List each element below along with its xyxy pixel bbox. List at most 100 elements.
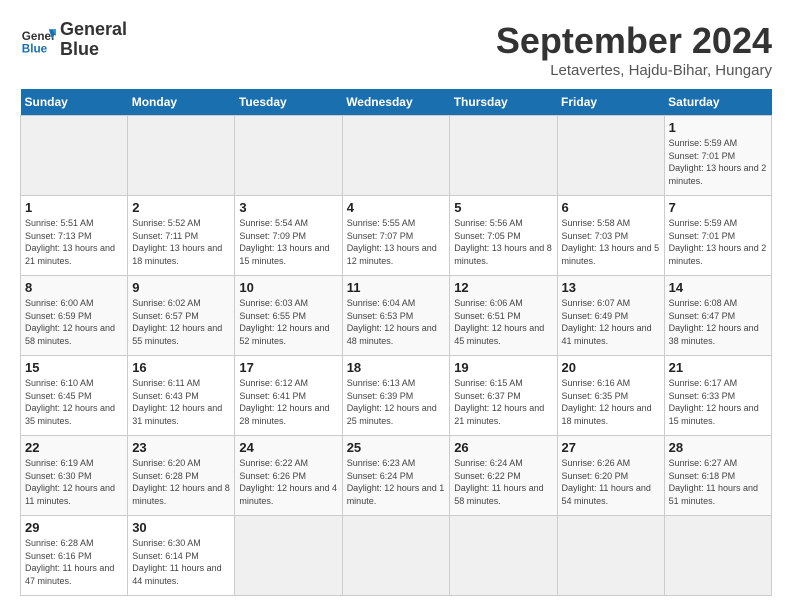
calendar-cell: 26 Sunrise: 6:24 AMSunset: 6:22 PMDaylig…	[450, 436, 557, 516]
calendar-cell	[557, 116, 664, 196]
calendar-header-row: SundayMondayTuesdayWednesdayThursdayFrid…	[21, 89, 772, 116]
calendar-week-3: 8 Sunrise: 6:00 AMSunset: 6:59 PMDayligh…	[21, 276, 772, 356]
calendar-cell: 15 Sunrise: 6:10 AMSunset: 6:45 PMDaylig…	[21, 356, 128, 436]
day-number: 25	[347, 440, 446, 455]
calendar-cell: 23 Sunrise: 6:20 AMSunset: 6:28 PMDaylig…	[128, 436, 235, 516]
calendar-cell: 28 Sunrise: 6:27 AMSunset: 6:18 PMDaylig…	[664, 436, 771, 516]
calendar-cell: 6 Sunrise: 5:58 AMSunset: 7:03 PMDayligh…	[557, 196, 664, 276]
day-number: 3	[239, 200, 337, 215]
calendar-cell: 11 Sunrise: 6:04 AMSunset: 6:53 PMDaylig…	[342, 276, 450, 356]
day-info: Sunrise: 5:58 AMSunset: 7:03 PMDaylight:…	[562, 218, 660, 266]
month-title: September 2024	[496, 20, 772, 62]
day-number: 14	[669, 280, 767, 295]
calendar-cell: 17 Sunrise: 6:12 AMSunset: 6:41 PMDaylig…	[235, 356, 342, 436]
calendar-cell	[450, 116, 557, 196]
day-info: Sunrise: 6:12 AMSunset: 6:41 PMDaylight:…	[239, 378, 329, 426]
day-number: 26	[454, 440, 552, 455]
calendar-cell: 27 Sunrise: 6:26 AMSunset: 6:20 PMDaylig…	[557, 436, 664, 516]
day-info: Sunrise: 6:08 AMSunset: 6:47 PMDaylight:…	[669, 298, 759, 346]
calendar-week-1: 1 Sunrise: 5:59 AMSunset: 7:01 PMDayligh…	[21, 116, 772, 196]
calendar-cell: 19 Sunrise: 6:15 AMSunset: 6:37 PMDaylig…	[450, 356, 557, 436]
calendar-week-5: 22 Sunrise: 6:19 AMSunset: 6:30 PMDaylig…	[21, 436, 772, 516]
calendar-cell: 5 Sunrise: 5:56 AMSunset: 7:05 PMDayligh…	[450, 196, 557, 276]
day-info: Sunrise: 5:55 AMSunset: 7:07 PMDaylight:…	[347, 218, 437, 266]
calendar-cell: 8 Sunrise: 6:00 AMSunset: 6:59 PMDayligh…	[21, 276, 128, 356]
column-header-saturday: Saturday	[664, 89, 771, 116]
column-header-monday: Monday	[128, 89, 235, 116]
calendar-cell: 21 Sunrise: 6:17 AMSunset: 6:33 PMDaylig…	[664, 356, 771, 436]
day-info: Sunrise: 6:11 AMSunset: 6:43 PMDaylight:…	[132, 378, 222, 426]
day-number: 23	[132, 440, 230, 455]
calendar-cell	[342, 116, 450, 196]
title-area: September 2024 Letavertes, Hajdu-Bihar, …	[496, 20, 772, 79]
day-number: 2	[132, 200, 230, 215]
day-info: Sunrise: 6:00 AMSunset: 6:59 PMDaylight:…	[25, 298, 115, 346]
day-number: 16	[132, 360, 230, 375]
column-header-friday: Friday	[557, 89, 664, 116]
header: General Blue General Blue September 2024…	[20, 20, 772, 79]
day-number: 19	[454, 360, 552, 375]
day-info: Sunrise: 6:30 AMSunset: 6:14 PMDaylight:…	[132, 538, 221, 586]
calendar-cell: 29 Sunrise: 6:28 AMSunset: 6:16 PMDaylig…	[21, 516, 128, 596]
day-number: 27	[562, 440, 660, 455]
day-number: 12	[454, 280, 552, 295]
calendar-cell: 30 Sunrise: 6:30 AMSunset: 6:14 PMDaylig…	[128, 516, 235, 596]
day-number: 21	[669, 360, 767, 375]
calendar-cell: 14 Sunrise: 6:08 AMSunset: 6:47 PMDaylig…	[664, 276, 771, 356]
calendar-body: 1 Sunrise: 5:59 AMSunset: 7:01 PMDayligh…	[21, 116, 772, 596]
calendar-cell: 10 Sunrise: 6:03 AMSunset: 6:55 PMDaylig…	[235, 276, 342, 356]
calendar-cell	[21, 116, 128, 196]
day-info: Sunrise: 5:59 AMSunset: 7:01 PMDaylight:…	[669, 218, 767, 266]
calendar-table: SundayMondayTuesdayWednesdayThursdayFrid…	[20, 89, 772, 596]
day-number: 22	[25, 440, 123, 455]
calendar-cell	[235, 116, 342, 196]
day-info: Sunrise: 5:59 AMSunset: 7:01 PMDaylight:…	[669, 138, 767, 186]
column-header-sunday: Sunday	[21, 89, 128, 116]
day-info: Sunrise: 6:24 AMSunset: 6:22 PMDaylight:…	[454, 458, 543, 506]
day-number: 15	[25, 360, 123, 375]
calendar-cell	[235, 516, 342, 596]
day-number: 18	[347, 360, 446, 375]
column-header-thursday: Thursday	[450, 89, 557, 116]
svg-text:Blue: Blue	[22, 42, 48, 55]
calendar-cell: 13 Sunrise: 6:07 AMSunset: 6:49 PMDaylig…	[557, 276, 664, 356]
day-info: Sunrise: 6:16 AMSunset: 6:35 PMDaylight:…	[562, 378, 652, 426]
day-info: Sunrise: 6:02 AMSunset: 6:57 PMDaylight:…	[132, 298, 222, 346]
calendar-cell: 4 Sunrise: 5:55 AMSunset: 7:07 PMDayligh…	[342, 196, 450, 276]
day-number: 1	[25, 200, 123, 215]
calendar-cell: 24 Sunrise: 6:22 AMSunset: 6:26 PMDaylig…	[235, 436, 342, 516]
calendar-cell	[128, 116, 235, 196]
calendar-week-4: 15 Sunrise: 6:10 AMSunset: 6:45 PMDaylig…	[21, 356, 772, 436]
calendar-cell: 7 Sunrise: 5:59 AMSunset: 7:01 PMDayligh…	[664, 196, 771, 276]
calendar-cell	[342, 516, 450, 596]
calendar-cell: 1 Sunrise: 5:59 AMSunset: 7:01 PMDayligh…	[664, 116, 771, 196]
logo-name-blue: Blue	[60, 40, 127, 60]
day-number: 28	[669, 440, 767, 455]
column-header-wednesday: Wednesday	[342, 89, 450, 116]
calendar-week-6: 29 Sunrise: 6:28 AMSunset: 6:16 PMDaylig…	[21, 516, 772, 596]
day-number: 5	[454, 200, 552, 215]
calendar-cell: 1 Sunrise: 5:51 AMSunset: 7:13 PMDayligh…	[21, 196, 128, 276]
day-number: 4	[347, 200, 446, 215]
calendar-cell: 20 Sunrise: 6:16 AMSunset: 6:35 PMDaylig…	[557, 356, 664, 436]
day-number: 10	[239, 280, 337, 295]
day-number: 13	[562, 280, 660, 295]
day-number: 11	[347, 280, 446, 295]
day-info: Sunrise: 6:27 AMSunset: 6:18 PMDaylight:…	[669, 458, 758, 506]
day-number: 24	[239, 440, 337, 455]
location-title: Letavertes, Hajdu-Bihar, Hungary	[496, 62, 772, 79]
day-number: 6	[562, 200, 660, 215]
calendar-cell	[664, 516, 771, 596]
day-info: Sunrise: 6:28 AMSunset: 6:16 PMDaylight:…	[25, 538, 114, 586]
calendar-cell: 9 Sunrise: 6:02 AMSunset: 6:57 PMDayligh…	[128, 276, 235, 356]
logo-name-general: General	[60, 20, 127, 40]
day-info: Sunrise: 6:22 AMSunset: 6:26 PMDaylight:…	[239, 458, 337, 506]
day-info: Sunrise: 6:07 AMSunset: 6:49 PMDaylight:…	[562, 298, 652, 346]
calendar-cell: 16 Sunrise: 6:11 AMSunset: 6:43 PMDaylig…	[128, 356, 235, 436]
day-info: Sunrise: 6:23 AMSunset: 6:24 PMDaylight:…	[347, 458, 445, 506]
day-number: 30	[132, 520, 230, 535]
day-info: Sunrise: 6:06 AMSunset: 6:51 PMDaylight:…	[454, 298, 544, 346]
day-info: Sunrise: 6:26 AMSunset: 6:20 PMDaylight:…	[562, 458, 651, 506]
day-number: 29	[25, 520, 123, 535]
day-info: Sunrise: 6:10 AMSunset: 6:45 PMDaylight:…	[25, 378, 115, 426]
